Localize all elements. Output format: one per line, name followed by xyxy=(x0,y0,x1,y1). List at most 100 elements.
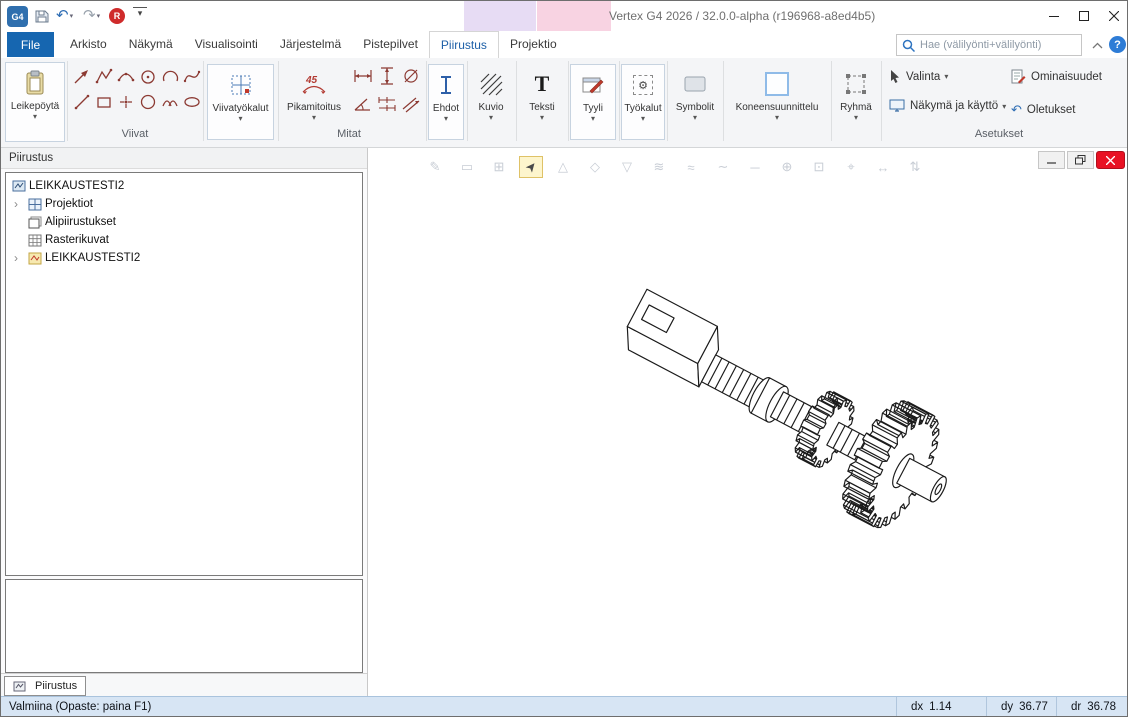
close-button[interactable] xyxy=(1099,1,1128,31)
canvas-tool-icon-13[interactable]: ⌖ xyxy=(839,156,863,178)
button-label: Symbolit xyxy=(676,102,714,113)
dropdown-arrow-icon: ▾ xyxy=(33,113,37,121)
tab-piirustus[interactable]: Piirustus xyxy=(429,31,499,58)
polyline-icon[interactable] xyxy=(93,65,114,86)
style-button[interactable]: Tyyli ▾ xyxy=(570,64,616,140)
rectangle-icon[interactable] xyxy=(93,91,114,112)
group-button[interactable]: Ryhmä ▾ xyxy=(833,64,879,140)
circle-center-icon[interactable] xyxy=(137,65,158,86)
expander-icon[interactable]: › xyxy=(12,250,28,266)
text-button[interactable]: T Teksti ▾ xyxy=(518,64,566,140)
canvas-tool-icon-10[interactable]: ─ xyxy=(743,156,767,178)
button-label: Ryhmä xyxy=(840,102,872,113)
drawing-tree[interactable]: LEIKKAUSTESTI2 › Projektiot Alipiirustuk… xyxy=(5,172,363,576)
ellipse-icon[interactable] xyxy=(181,91,202,112)
canvas-tool-icon-9[interactable]: ∼ xyxy=(711,156,735,178)
diameter-icon[interactable] xyxy=(400,65,421,86)
drawing-tab-icon xyxy=(13,681,30,692)
constraints-button[interactable]: Ehdot ▾ xyxy=(428,64,464,140)
redo-button[interactable]: ↷ ▾ xyxy=(83,5,100,27)
dim-vertical-icon[interactable] xyxy=(376,65,397,86)
group-label-viivat: Viivat xyxy=(101,128,169,141)
record-icon[interactable]: R xyxy=(109,8,125,24)
expander-icon[interactable]: › xyxy=(12,196,28,212)
dim-chain-icon[interactable] xyxy=(376,93,397,114)
canvas-tool-icon-5[interactable]: ◇ xyxy=(583,156,607,178)
canvas-tool-icon-8[interactable]: ≈ xyxy=(679,156,703,178)
properties-button[interactable]: Ominaisuudet xyxy=(1011,69,1102,84)
tree-item-root[interactable]: LEIKKAUSTESTI2 xyxy=(6,177,362,195)
cursor-icon xyxy=(889,69,901,84)
tree-item-leikkaustesti2[interactable]: › LEIKKAUSTESTI2 xyxy=(6,249,362,267)
text-icon: T xyxy=(535,73,550,95)
detail-panel[interactable] xyxy=(5,579,363,673)
minimize-button[interactable] xyxy=(1039,1,1069,31)
button-label: Teksti xyxy=(529,102,555,113)
line-tools-button[interactable]: Viivatyökalut ▾ xyxy=(207,64,274,140)
save-button[interactable] xyxy=(34,5,50,27)
button-label: Oletukset xyxy=(1027,104,1076,116)
status-bar: Valmiina (Opaste: paina F1) dx 1.14 dy 3… xyxy=(1,696,1128,717)
canvas-tool-icon-11[interactable]: ⊕ xyxy=(775,156,799,178)
line-arrow-icon[interactable] xyxy=(71,65,92,86)
dim-slope-icon[interactable] xyxy=(400,93,421,114)
canvas-tool-icon-15[interactable]: ⇅ xyxy=(903,156,927,178)
maximize-button[interactable] xyxy=(1069,1,1099,31)
canvas-tool-icon-7[interactable]: ≋ xyxy=(647,156,671,178)
dr-label: dr xyxy=(1071,697,1081,717)
file-menu-button[interactable]: File xyxy=(7,32,54,57)
defaults-button[interactable]: ↶ Oletukset xyxy=(1011,99,1075,121)
doc-close-button[interactable] xyxy=(1096,151,1125,169)
canvas-tool-icon-3[interactable]: ➤ xyxy=(519,156,543,178)
canvas-tool-icon-4[interactable]: △ xyxy=(551,156,575,178)
search-input[interactable] xyxy=(920,39,1076,51)
drawing-canvas[interactable]: ✎ ▭ ⊞ ➤ △ ◇ ▽ ≋ ≈ ∼ ─ ⊕ ⊡ ⌖ ↔ ⇅ xyxy=(368,148,1128,696)
tree-item-projektiot[interactable]: › Projektiot xyxy=(6,195,362,213)
circle-icon[interactable] xyxy=(137,91,158,112)
help-button[interactable]: ? xyxy=(1109,36,1126,53)
canvas-tool-icon-12[interactable]: ⊡ xyxy=(807,156,831,178)
canvas-tool-icon-2[interactable]: ⊞ xyxy=(487,156,511,178)
tools-button[interactable]: ⚙ Työkalut ▾ xyxy=(621,64,665,140)
group-separator xyxy=(67,61,68,141)
dim-horizontal-icon[interactable] xyxy=(352,65,373,86)
status-message: Valmiina (Opaste: paina F1) xyxy=(9,697,151,717)
dropdown-arrow-icon: ▾ xyxy=(854,114,858,122)
tree-item-rasterikuvat[interactable]: Rasterikuvat xyxy=(6,231,362,249)
canvas-tool-icon-0[interactable]: ✎ xyxy=(423,156,447,178)
arc-icon[interactable] xyxy=(159,65,180,86)
tree-item-alipiirustukset[interactable]: Alipiirustukset xyxy=(6,213,362,231)
canvas-tool-icon-6[interactable]: ▽ xyxy=(615,156,639,178)
customize-toolbar-caret-icon[interactable]: ▾ xyxy=(133,7,147,19)
machine-design-button[interactable]: Koneensuunnittelu ▾ xyxy=(725,64,829,140)
double-arc-icon[interactable] xyxy=(159,91,180,112)
search-box[interactable] xyxy=(896,34,1082,56)
hatch-button[interactable]: Kuvio ▾ xyxy=(468,64,514,140)
tab-nakyma[interactable]: Näkymä xyxy=(118,31,184,58)
spline-icon[interactable] xyxy=(181,65,202,86)
ribbon-tabs: Arkisto Näkymä Visualisointi Järjestelmä… xyxy=(59,31,568,58)
doc-minimize-button[interactable] xyxy=(1038,151,1065,169)
tab-pistepilvet[interactable]: Pistepilvet xyxy=(352,31,429,58)
tab-visualisointi[interactable]: Visualisointi xyxy=(184,31,269,58)
arc-3point-icon[interactable] xyxy=(115,65,136,86)
dim-angle-icon[interactable] xyxy=(352,93,373,114)
collapse-ribbon-button[interactable] xyxy=(1090,39,1104,51)
undo-button[interactable]: ↶ ▾ xyxy=(56,5,73,27)
panel-tab-piirustus[interactable]: Piirustus xyxy=(4,676,86,696)
canvas-tool-icon-14[interactable]: ↔ xyxy=(871,156,895,178)
doc-restore-button[interactable] xyxy=(1067,151,1094,169)
reset-icon: ↶ xyxy=(1011,99,1022,121)
tab-arkisto[interactable]: Arkisto xyxy=(59,31,118,58)
tab-projektio[interactable]: Projektio xyxy=(499,31,568,58)
clipboard-button[interactable]: Leikepöytä ▾ xyxy=(5,62,65,142)
dy-label: dy xyxy=(1001,697,1013,717)
line-icon[interactable] xyxy=(71,91,92,112)
selection-mode-button[interactable]: Valinta ▾ xyxy=(889,69,948,84)
canvas-tool-icon-1[interactable]: ▭ xyxy=(455,156,479,178)
tab-jarjestelma[interactable]: Järjestelmä xyxy=(269,31,352,58)
view-and-use-button[interactable]: Näkymä ja käyttö ▾ xyxy=(889,99,1006,113)
point-icon[interactable] xyxy=(115,91,136,112)
app-logo-icon[interactable]: G4 xyxy=(7,6,28,27)
symbols-button[interactable]: Symbolit ▾ xyxy=(669,64,721,140)
